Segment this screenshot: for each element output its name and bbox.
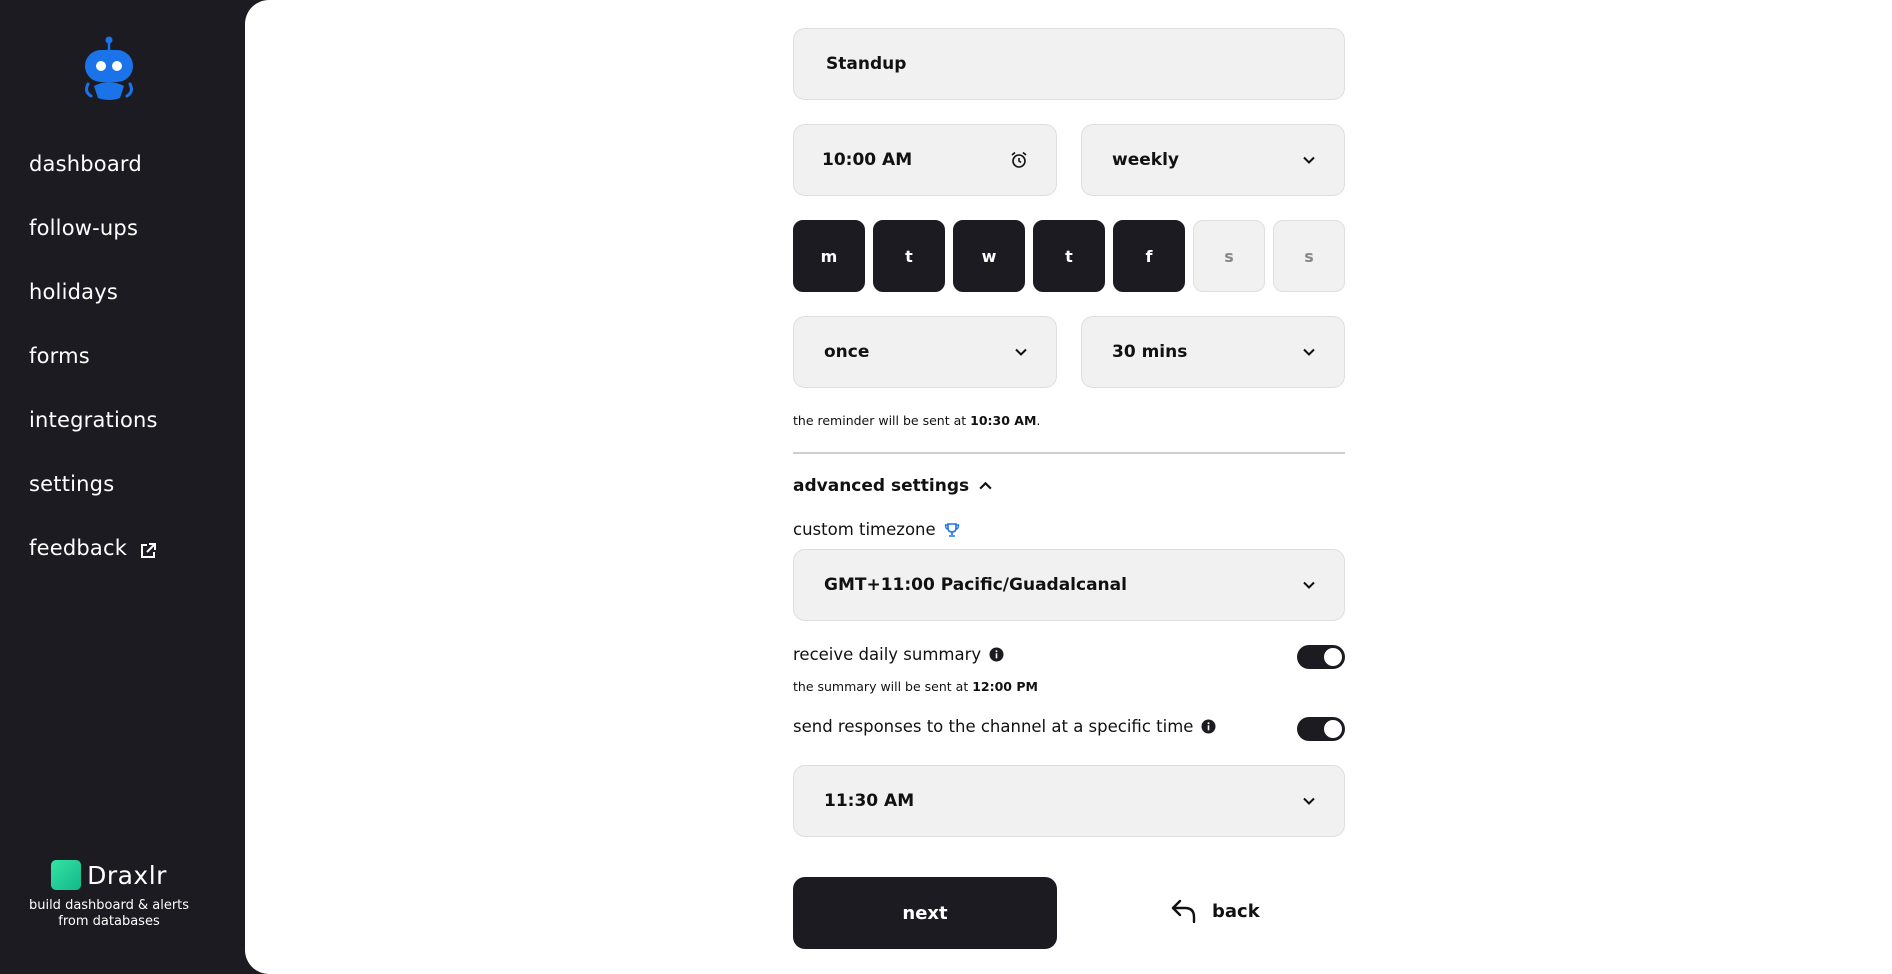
channel-time-select[interactable]: 11:30 AM xyxy=(793,765,1345,837)
sidebar: dashboard follow-ups holidays forms inte… xyxy=(0,0,245,974)
reply-arrow-icon xyxy=(1171,899,1196,924)
day-toggle-monday[interactable]: m xyxy=(793,220,865,292)
reminder-note-suffix: . xyxy=(1036,413,1041,428)
reminder-note-time: 10:30 AM xyxy=(970,413,1037,428)
reminder-note: the reminder will be sent at 10:30 AM. xyxy=(793,413,1040,428)
sidebar-item-label: holidays xyxy=(29,280,118,304)
timezone-select[interactable]: GMT+11:00 Pacific/Guadalcanal xyxy=(793,549,1345,621)
back-button[interactable]: back xyxy=(1170,898,1260,924)
channel-time-toggle[interactable] xyxy=(1297,717,1345,741)
brand-promo[interactable]: Draxlr build dashboard & alerts from dat… xyxy=(0,860,218,930)
daily-summary-label-row: receive daily summary xyxy=(793,645,1004,664)
external-link-icon xyxy=(141,543,157,558)
sidebar-item-label: feedback xyxy=(29,536,128,560)
toggle-knob xyxy=(1324,720,1342,738)
sidebar-item-forms[interactable]: forms xyxy=(29,344,158,408)
standup-name-input[interactable]: Standup xyxy=(793,28,1345,100)
robot-logo-icon[interactable] xyxy=(82,36,136,104)
sidebar-item-label: settings xyxy=(29,472,115,496)
chevron-down-icon xyxy=(1303,797,1315,805)
chevron-down-icon xyxy=(1015,348,1027,356)
channel-time-label: send responses to the channel at a speci… xyxy=(793,717,1194,736)
reminder-delay-select[interactable]: 30 mins xyxy=(1081,316,1345,388)
sidebar-item-label: integrations xyxy=(29,408,158,432)
chevron-down-icon xyxy=(1303,348,1315,356)
day-label: f xyxy=(1145,246,1153,266)
alarm-clock-icon[interactable] xyxy=(1010,151,1028,169)
custom-timezone-label: custom timezone xyxy=(793,520,936,539)
daily-summary-toggle[interactable] xyxy=(1297,645,1345,669)
sidebar-item-label: follow-ups xyxy=(29,216,139,240)
day-toggle-wednesday[interactable]: w xyxy=(953,220,1025,292)
info-icon[interactable] xyxy=(989,647,1004,662)
day-toggle-thursday[interactable]: t xyxy=(1033,220,1105,292)
day-toggle-friday[interactable]: f xyxy=(1113,220,1185,292)
sidebar-item-label: dashboard xyxy=(29,152,142,176)
next-button-label: next xyxy=(902,902,948,924)
chevron-up-icon xyxy=(979,481,992,490)
trophy-icon xyxy=(944,522,959,537)
advanced-settings-toggle[interactable]: advanced settings xyxy=(793,476,993,496)
time-picker[interactable]: 10:00 AM xyxy=(793,124,1057,196)
brand-tagline: build dashboard & alerts from databases xyxy=(28,898,190,929)
info-icon[interactable] xyxy=(1201,719,1216,734)
chevron-down-icon xyxy=(1303,156,1315,164)
day-toggle-saturday[interactable]: s xyxy=(1193,220,1265,292)
summary-note: the summary will be sent at 12:00 PM xyxy=(793,679,1038,694)
time-value: 10:00 AM xyxy=(822,150,913,170)
day-label: m xyxy=(820,246,838,266)
sidebar-item-holidays[interactable]: holidays xyxy=(29,280,158,344)
sidebar-item-integrations[interactable]: integrations xyxy=(29,408,158,472)
sidebar-item-dashboard[interactable]: dashboard xyxy=(29,152,158,216)
timezone-value: GMT+11:00 Pacific/Guadalcanal xyxy=(824,575,1127,595)
day-label: t xyxy=(905,246,913,266)
frequency-value: weekly xyxy=(1112,150,1179,170)
reminder-count-value: once xyxy=(824,342,870,362)
day-label: s xyxy=(1304,246,1314,266)
custom-timezone-label-row: custom timezone xyxy=(793,520,960,539)
summary-note-prefix: the summary will be sent at xyxy=(793,679,969,694)
next-button[interactable]: next xyxy=(793,877,1057,949)
reminder-note-prefix: the reminder will be sent at xyxy=(793,413,967,428)
channel-time-value: 11:30 AM xyxy=(824,791,915,811)
sidebar-item-feedback[interactable]: feedback xyxy=(29,536,158,600)
sidebar-item-label: forms xyxy=(29,344,90,368)
frequency-select[interactable]: weekly xyxy=(1081,124,1345,196)
toggle-knob xyxy=(1324,648,1342,666)
reminder-delay-value: 30 mins xyxy=(1112,342,1188,362)
brand-row: Draxlr xyxy=(0,860,218,890)
reminder-count-select[interactable]: once xyxy=(793,316,1057,388)
day-toggle-tuesday[interactable]: t xyxy=(873,220,945,292)
channel-time-label-row: send responses to the channel at a speci… xyxy=(793,717,1216,736)
sidebar-nav: dashboard follow-ups holidays forms inte… xyxy=(29,152,158,600)
day-label: w xyxy=(981,246,997,266)
advanced-settings-label: advanced settings xyxy=(793,476,970,496)
brand-name: Draxlr xyxy=(87,860,167,890)
day-toggle-sunday[interactable]: s xyxy=(1273,220,1345,292)
day-label: s xyxy=(1224,246,1234,266)
divider xyxy=(793,452,1345,454)
daily-summary-label: receive daily summary xyxy=(793,645,982,664)
day-label: t xyxy=(1065,246,1073,266)
back-button-label: back xyxy=(1212,900,1260,922)
sidebar-item-settings[interactable]: settings xyxy=(29,472,158,536)
summary-note-time: 12:00 PM xyxy=(972,679,1038,694)
draxlr-logo-icon xyxy=(51,860,82,890)
chevron-down-icon xyxy=(1303,581,1315,589)
sidebar-item-follow-ups[interactable]: follow-ups xyxy=(29,216,158,280)
standup-name-value: Standup xyxy=(826,54,907,74)
